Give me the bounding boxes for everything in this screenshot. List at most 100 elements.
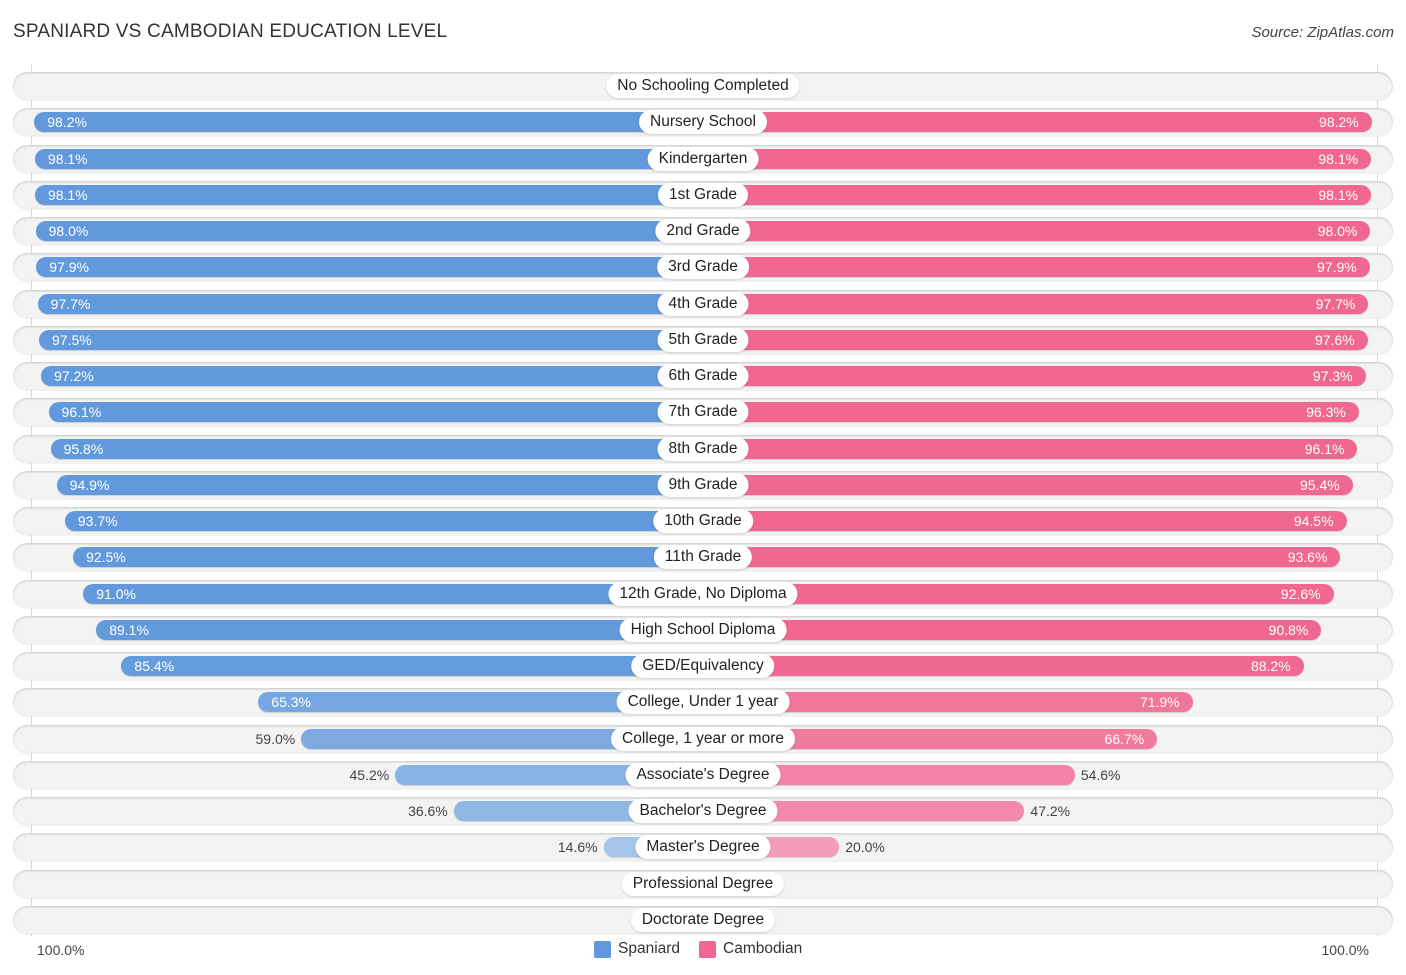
category-label: 12th Grade, No Diploma <box>608 581 798 606</box>
bar-spaniard[interactable] <box>96 619 703 640</box>
value-label-cambodian: 96.3% <box>1306 404 1346 421</box>
value-label-spaniard: 98.0% <box>48 223 89 239</box>
category-label: 10th Grade <box>653 509 753 533</box>
category-label: Kindergarten <box>647 146 759 171</box>
value-label-cambodian: 98.1% <box>1318 186 1359 203</box>
category-label: 6th Grade <box>657 364 749 388</box>
value-label-cambodian: 98.0% <box>1317 223 1358 239</box>
category-label: High School Diploma <box>619 617 787 642</box>
category-label: 7th Grade <box>657 400 749 425</box>
bar-cambodian[interactable] <box>703 148 1372 169</box>
value-label-spaniard: 97.5% <box>52 331 92 348</box>
value-label-cambodian: 97.3% <box>1312 368 1353 384</box>
bar-spaniard[interactable] <box>34 112 703 133</box>
category-label: Associate's Degree <box>625 762 781 787</box>
value-label-spaniard: 95.8% <box>63 440 104 457</box>
bar-cambodian[interactable] <box>703 112 1372 133</box>
diverging-bar-chart: 1.9%1.9%No Schooling Completed98.2%98.2%… <box>0 0 1406 975</box>
category-label: 4th Grade <box>657 291 749 316</box>
bar-cambodian[interactable] <box>703 547 1341 568</box>
value-label-cambodian: 47.2% <box>1030 803 1071 819</box>
bar-cambodian[interactable] <box>703 329 1368 350</box>
bar-spaniard[interactable] <box>36 257 703 278</box>
category-label: Master's Degree <box>635 835 771 860</box>
category-label: 3rd Grade <box>657 255 749 280</box>
value-label-spaniard: 98.1% <box>47 150 88 167</box>
bar-cambodian[interactable] <box>703 366 1366 386</box>
value-label-spaniard: 14.6% <box>557 839 598 856</box>
bar-cambodian[interactable] <box>703 402 1359 423</box>
value-label-cambodian: 66.7% <box>1104 730 1145 747</box>
bar-spaniard[interactable] <box>39 329 703 350</box>
legend-label-cambodian: Cambodian <box>723 940 803 957</box>
category-label: Bachelor's Degree <box>628 799 778 823</box>
category-label: 9th Grade <box>657 472 749 497</box>
value-label-spaniard: 94.9% <box>69 476 110 493</box>
category-label: 8th Grade <box>657 436 749 461</box>
value-label-spaniard: 98.2% <box>47 114 87 131</box>
category-label: Doctorate Degree <box>630 907 776 932</box>
value-label-cambodian: 97.9% <box>1317 259 1357 276</box>
bar-cambodian[interactable] <box>703 583 1334 604</box>
legend-label-spaniard: Spaniard <box>618 940 681 957</box>
bar-cambodian[interactable] <box>703 656 1304 676</box>
bar-spaniard[interactable] <box>48 402 703 423</box>
bar-spaniard[interactable] <box>34 148 703 169</box>
bar-spaniard[interactable] <box>50 438 703 459</box>
category-label: College, 1 year or more <box>611 726 795 751</box>
category-label: 5th Grade <box>657 327 749 352</box>
legend-swatch-spaniard <box>594 940 611 958</box>
value-label-spaniard: 96.1% <box>61 404 102 421</box>
bar-cambodian[interactable] <box>703 184 1372 205</box>
bar-spaniard[interactable] <box>35 221 703 241</box>
legend: Spaniard Cambodian <box>0 940 1406 962</box>
value-label-cambodian: 93.6% <box>1287 549 1328 566</box>
bar-spaniard[interactable] <box>37 293 703 314</box>
bar-cambodian[interactable] <box>703 257 1370 278</box>
category-label: 1st Grade <box>657 182 749 207</box>
value-label-spaniard: 93.7% <box>77 513 118 529</box>
bar-spaniard[interactable] <box>73 547 703 568</box>
value-label-cambodian: 92.6% <box>1280 585 1321 602</box>
value-label-cambodian: 98.2% <box>1319 114 1359 131</box>
value-label-spaniard: 91.0% <box>96 585 136 602</box>
bar-spaniard[interactable] <box>121 656 703 676</box>
category-label: Professional Degree <box>621 871 785 896</box>
value-label-cambodian: 96.1% <box>1304 440 1345 457</box>
value-label-cambodian: 54.6% <box>1080 766 1121 783</box>
value-label-spaniard: 59.0% <box>255 730 296 747</box>
bar-spaniard[interactable] <box>64 511 703 531</box>
bar-cambodian[interactable] <box>703 221 1371 241</box>
legend-item-cambodian[interactable]: Cambodian <box>699 940 802 958</box>
value-label-spaniard: 65.3% <box>271 694 311 711</box>
value-label-cambodian: 95.4% <box>1299 476 1340 493</box>
value-label-spaniard: 85.4% <box>134 658 175 674</box>
value-label-spaniard: 89.1% <box>109 621 149 638</box>
value-label-cambodian: 97.7% <box>1315 295 1356 312</box>
value-label-cambodian: 71.9% <box>1139 694 1180 711</box>
bar-cambodian[interactable] <box>703 293 1369 314</box>
value-label-spaniard: 92.5% <box>86 549 126 566</box>
legend-swatch-cambodian <box>699 940 716 958</box>
value-label-spaniard: 45.2% <box>349 766 390 783</box>
value-label-cambodian: 97.6% <box>1314 331 1355 348</box>
legend-item-spaniard[interactable]: Spaniard <box>594 940 680 958</box>
value-label-cambodian: 88.2% <box>1250 658 1291 674</box>
category-label: Nursery School <box>639 110 767 135</box>
bar-cambodian[interactable] <box>703 511 1347 531</box>
category-label: 11th Grade <box>653 545 753 570</box>
value-label-cambodian: 98.1% <box>1318 150 1359 167</box>
bar-cambodian[interactable] <box>703 619 1322 640</box>
bar-spaniard[interactable] <box>34 184 703 205</box>
bar-spaniard[interactable] <box>41 366 703 386</box>
value-label-spaniard: 98.1% <box>47 186 88 203</box>
bar-spaniard[interactable] <box>56 474 703 495</box>
value-label-cambodian: 90.8% <box>1268 621 1309 638</box>
category-label: No Schooling Completed <box>606 74 800 98</box>
bar-cambodian[interactable] <box>703 474 1353 495</box>
category-label: 2nd Grade <box>655 219 751 243</box>
category-label: College, Under 1 year <box>616 690 790 715</box>
bar-cambodian[interactable] <box>703 438 1358 459</box>
value-label-spaniard: 97.9% <box>49 259 89 276</box>
category-label: GED/Equivalency <box>631 654 775 678</box>
